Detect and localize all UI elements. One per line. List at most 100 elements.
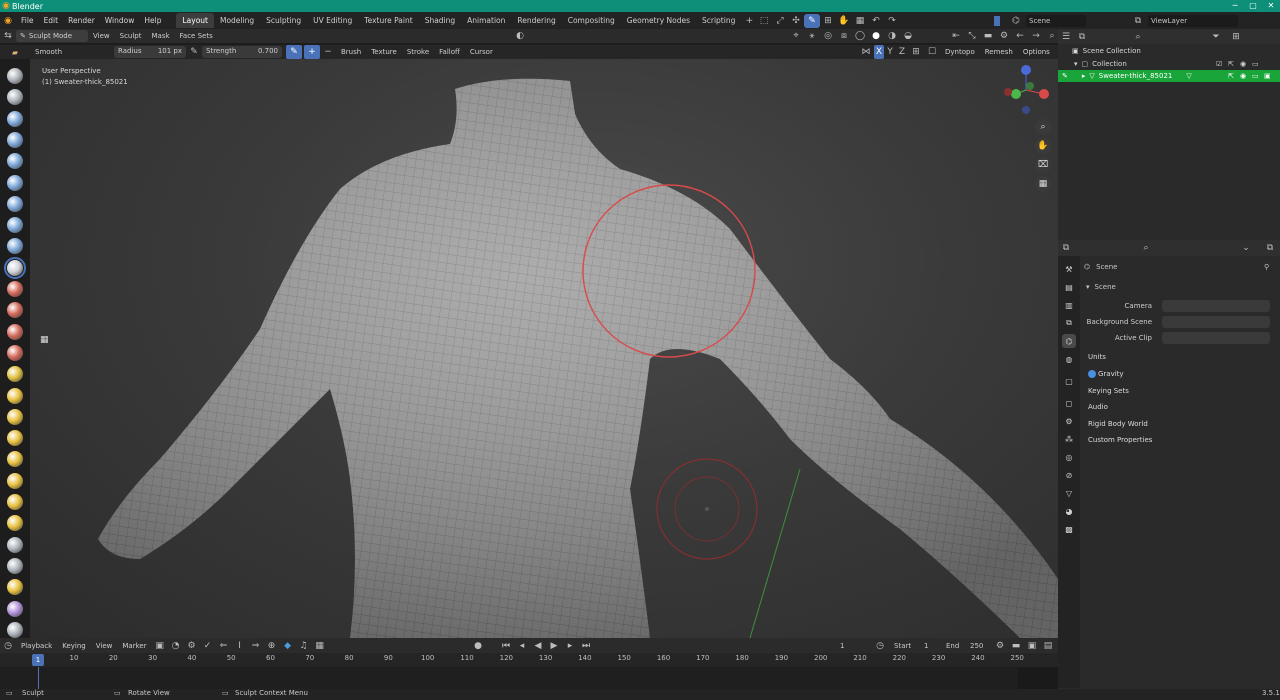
shading-rendered-icon[interactable]: ◒ [900,29,916,43]
background-scene-field[interactable] [1162,316,1270,328]
play-reverse-icon[interactable]: ◀ [530,639,546,653]
outliner-filter-icon[interactable]: ⏷ [1208,30,1224,44]
mesh-filter-icon[interactable]: ▦ [852,14,868,28]
simplify-icon[interactable] [7,600,23,617]
physics-tab-icon[interactable]: ◎ [1062,450,1076,464]
symmetry-x[interactable]: X [874,45,884,59]
menu-render[interactable]: Render [63,12,100,29]
outliner-search-icon[interactable]: ⌕ [1130,30,1146,44]
crease-icon[interactable] [7,238,23,255]
brush-name[interactable]: Smooth [30,48,114,56]
undo-icon[interactable]: ↶ [868,14,884,28]
back-icon[interactable]: ← [1012,29,1028,43]
tab-sculpting[interactable]: Sculpting [260,13,307,28]
pivot-icon[interactable]: ◐ [512,29,528,43]
viewport-gizmo-icon[interactable]: ⚹ [804,29,820,43]
fill-icon[interactable] [7,302,23,319]
navigation-gizmo[interactable] [1000,64,1052,116]
layer-next-icon[interactable]: ⇒ [248,639,264,653]
frame-selected-icon[interactable]: ⤡ [964,29,980,43]
timeline-view-icon[interactable]: ⚙ [992,639,1008,653]
clay-thumb-icon[interactable] [7,153,23,170]
new-collection-icon[interactable]: ⊞ [1228,30,1244,44]
section-audio[interactable]: Audio [1080,400,1280,414]
transform-icon[interactable]: ✣ [788,14,804,28]
texture-tab-icon[interactable]: ▩ [1062,522,1076,536]
playhead-frame[interactable]: 1 [32,654,44,666]
layer-prev-icon[interactable]: ⇐ [216,639,232,653]
dyntopo-checkbox[interactable]: ☐ [924,45,940,59]
zoom-icon[interactable]: ⌕ [1035,119,1051,135]
tab-modeling[interactable]: Modeling [214,13,260,28]
add-workspace-icon[interactable]: + [741,14,757,28]
properties-search-icon[interactable]: ⌕ [1138,241,1154,255]
header-menu-face-sets[interactable]: Face Sets [175,32,218,40]
start-field[interactable]: 1 [924,642,928,650]
blob-icon[interactable] [7,217,23,234]
material-tab-icon[interactable]: ◕ [1062,504,1076,518]
collection-tab-icon[interactable]: ▢ [1062,374,1076,388]
view-layer-field[interactable]: ViewLayer [1148,14,1238,27]
menu-file[interactable]: File [16,12,39,29]
redo-icon[interactable]: ↷ [884,14,900,28]
timeline-folder-icon[interactable]: ▬ [1008,639,1024,653]
draw-brush-icon[interactable]: ✎ [804,13,820,28]
outliner-object-row[interactable]: ✎ ▸ ▽ Sweater-thick_85021 ▽ ⇱ ◉ ▭ ▣ [1058,70,1280,82]
pose-icon[interactable] [7,472,23,489]
keyframe-type-icon[interactable]: ◆ [280,639,296,653]
dropdown-stroke[interactable]: Stroke [402,48,434,56]
active-clip-field[interactable] [1162,332,1270,344]
expand-arrow-icon[interactable]: ▾ [1074,60,1078,68]
options-dropdown[interactable]: Options [1018,48,1055,56]
symmetry-z[interactable]: Z [896,45,908,59]
data-tab-icon[interactable]: ▽ [1062,486,1076,500]
header-menu-mask[interactable]: Mask [147,32,175,40]
collection-visibility-icon[interactable]: ◉ [1240,60,1246,68]
object-tab-icon[interactable]: ◻ [1062,396,1076,410]
gravity-checkbox[interactable] [1088,370,1096,378]
timeline-view-menu[interactable]: View [91,642,118,650]
keying-set-icon[interactable]: ◔ [168,639,184,653]
menu-window[interactable]: Window [100,12,140,29]
view-layer-tab-icon[interactable]: ⧉ [1062,316,1076,330]
header-menu-view[interactable]: View [88,32,115,40]
shading-solid-icon[interactable]: ● [868,29,884,43]
outliner-editor-icon[interactable]: ☰ [1058,30,1074,44]
tab-shading[interactable]: Shading [419,13,461,28]
timeline-ruler[interactable]: 1 10 20 30 40 50 60 70 80 90 100 110 120 130 140 150 16… [0,653,1058,667]
grab-icon[interactable]: ✋ [836,14,852,28]
shading-wireframe-icon[interactable]: ◯ [852,29,868,43]
collection-select-icon[interactable]: ⇱ [1228,60,1234,68]
timeline-marker-menu[interactable]: Marker [117,642,151,650]
outliner-scene-collection[interactable]: ▣ Scene Collection [1058,45,1280,57]
current-frame-field[interactable]: 1 [840,642,844,650]
snake-hook-icon[interactable] [7,430,23,447]
jump-end-icon[interactable]: ⏭ [578,639,594,653]
symmetry-icon[interactable]: ⋈ [858,45,874,59]
section-keying-sets[interactable]: Keying Sets [1080,384,1280,398]
nudge-icon[interactable] [7,494,23,510]
expand-arrow-icon[interactable]: ▸ [1082,72,1086,80]
output-tab-icon[interactable]: ▥ [1062,298,1076,312]
scene-panel-header[interactable]: ▾ Scene [1080,280,1280,294]
section-rigid-body-world[interactable]: Rigid Body World [1080,417,1280,431]
filter-icon[interactable]: ⊞ [820,14,836,28]
dropdown-cursor[interactable]: Cursor [465,48,498,56]
folder-icon[interactable]: ▬ [980,29,996,43]
tab-layout[interactable]: Layout [176,13,214,28]
close-icon[interactable]: ✕ [1262,0,1280,12]
rotate-icon[interactable] [7,515,23,532]
dropdown-texture[interactable]: Texture [366,48,402,56]
multiplane-scrape-icon[interactable] [7,344,23,361]
strength-field[interactable]: Strength 0.700 [202,46,282,58]
auto-keying-icon[interactable]: ▣ [152,639,168,653]
sidebar-toggle-icon[interactable]: ⇤ [948,29,964,43]
preview-range-icon[interactable]: ◷ [872,639,888,653]
pinch-icon[interactable] [7,366,23,383]
grab-icon[interactable] [7,387,23,404]
boundary-icon[interactable] [7,557,23,574]
clay-strips-icon[interactable] [7,131,23,148]
tab-scripting[interactable]: Scripting [696,13,741,28]
gizmo-toggle-icon[interactable]: ⌖ [788,29,804,43]
audio-scrub-icon[interactable]: ♫ [296,639,312,653]
